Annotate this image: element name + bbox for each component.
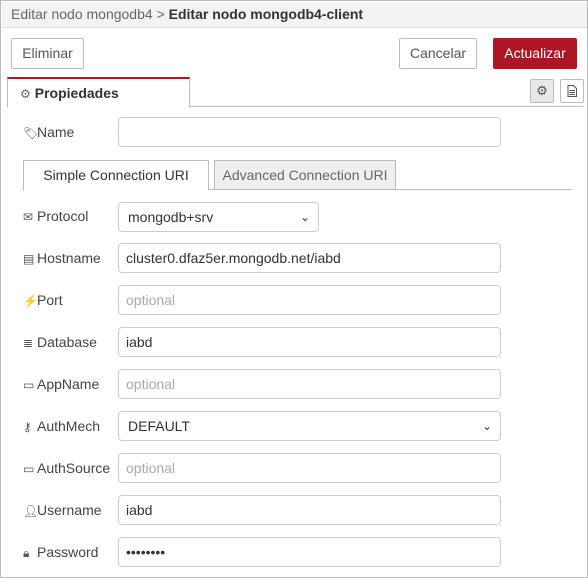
tab-simple-connection[interactable]: Simple Connection URI — [23, 160, 209, 191]
name-label: 🏷︎Name — [23, 122, 74, 143]
port-input[interactable] — [118, 285, 501, 315]
id-card-icon: ▭ — [23, 378, 35, 392]
plug-icon: ⚡ — [23, 294, 38, 308]
chevron-down-icon: ⌄ — [299, 210, 310, 224]
tab-bar: ⚙ Propiedades ⚙ — [7, 77, 584, 108]
authsource-label: ▭ AuthSource — [23, 458, 110, 479]
edit-dialog: Editar nodo mongodb4 > Editar nodo mongo… — [0, 0, 588, 578]
delete-button[interactable]: Eliminar — [11, 38, 84, 69]
breadcrumb-current: Editar nodo mongodb4-client — [168, 6, 364, 22]
tab-properties[interactable]: ⚙ Propiedades — [7, 77, 190, 108]
breadcrumb-separator: > — [156, 6, 165, 22]
tab-advanced-connection[interactable]: Advanced Connection URI — [214, 160, 396, 190]
password-label: 🔒︎ Password — [23, 542, 98, 563]
password-input[interactable]: •••••••• — [118, 537, 501, 567]
database-input[interactable] — [118, 327, 501, 357]
user-icon: 👤︎ — [23, 504, 39, 518]
envelope-icon: ✉ — [23, 210, 34, 224]
lock-icon: 🔒︎ — [23, 546, 30, 560]
update-button[interactable]: Actualizar — [493, 38, 577, 69]
gear-icon: ⚙ — [536, 83, 548, 98]
dialog-toolbar: Eliminar Cancelar Actualizar — [2, 29, 587, 76]
gear-icon: ⚙ — [20, 87, 31, 101]
chevron-down-icon: ⌄ — [481, 419, 492, 433]
server-icon: ▤ — [23, 252, 35, 266]
database-label: ≣ Database — [23, 332, 97, 353]
authmech-select[interactable]: DEFAULT ⌄ — [118, 411, 501, 441]
protocol-select[interactable]: mongodb+srv ⌄ — [118, 202, 319, 232]
authmech-label: ⚷ AuthMech — [23, 416, 100, 437]
tag-icon: 🏷︎ — [23, 126, 39, 140]
settings-tab-button[interactable]: ⚙ — [530, 79, 554, 103]
key-icon: ⚷ — [23, 420, 32, 434]
name-input[interactable] — [118, 117, 501, 147]
breadcrumb-parent[interactable]: Editar nodo mongodb4 — [11, 6, 153, 22]
cancel-button[interactable]: Cancelar — [399, 38, 477, 69]
appname-label: ▭ AppName — [23, 374, 99, 395]
hostname-label: ▤ Hostname — [23, 248, 101, 269]
username-label: 👤︎Username — [23, 500, 102, 521]
description-tab-button[interactable] — [560, 79, 584, 103]
id-card-icon: ▭ — [23, 462, 35, 476]
breadcrumb: Editar nodo mongodb4 > Editar nodo mongo… — [2, 2, 587, 28]
username-input[interactable] — [118, 495, 501, 525]
appname-input[interactable] — [118, 369, 501, 399]
authsource-input[interactable] — [118, 453, 501, 483]
database-icon: ≣ — [23, 336, 34, 350]
connection-tabs: Simple Connection URI Advanced Connectio… — [23, 160, 572, 191]
protocol-label: ✉ Protocol — [23, 206, 88, 227]
document-icon — [567, 85, 577, 97]
hostname-input[interactable] — [118, 243, 501, 273]
port-label: ⚡Port — [23, 290, 63, 311]
tab-properties-label: Propiedades — [34, 85, 119, 101]
